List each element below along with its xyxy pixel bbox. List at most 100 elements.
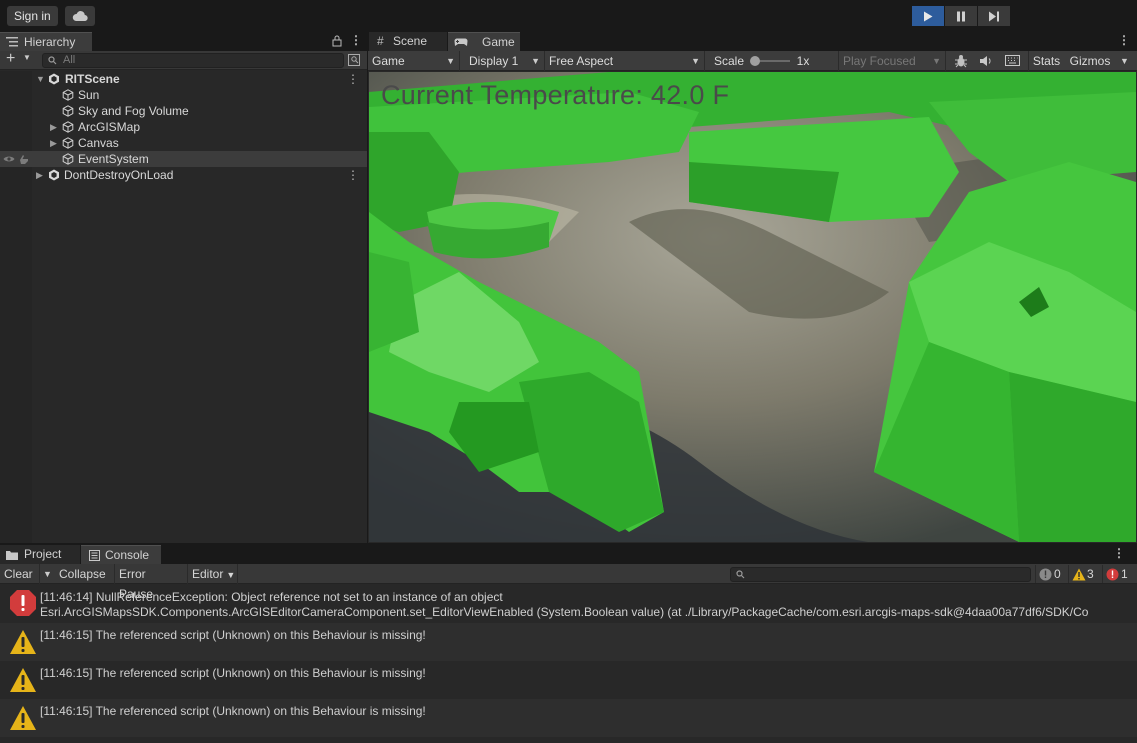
console-panel: Project Console ⋮ Clear ▼ Collapse Error… bbox=[0, 544, 1137, 743]
console-log-entry-error[interactable]: [11:46:14] NullReferenceException: Objec… bbox=[0, 585, 1137, 623]
tree-item-label: EventSystem bbox=[78, 152, 149, 166]
error-pause-button[interactable]: Error Pause bbox=[115, 564, 188, 601]
tab-hierarchy-label: Hierarchy bbox=[24, 35, 76, 49]
info-count: 0 bbox=[1054, 567, 1061, 581]
game-render-image bbox=[369, 72, 1136, 542]
editor-dropdown-label: Editor bbox=[192, 567, 224, 581]
play-focused-dropdown[interactable]: Play Focused ▼ bbox=[838, 51, 946, 71]
clear-dropdown-icon[interactable]: ▼ bbox=[43, 564, 52, 584]
gizmos-button[interactable]: Gizmos bbox=[1066, 51, 1114, 71]
scale-slider[interactable] bbox=[750, 56, 790, 66]
hierarchy-search-input[interactable]: All bbox=[42, 53, 344, 68]
console-log-entry-warning[interactable]: [11:46:15] The referenced script (Unknow… bbox=[0, 623, 1137, 661]
temperature-hud-text: Current Temperature: 42.0 F bbox=[381, 80, 730, 110]
game-toolbar: Game ▼ Display 1 ▼ Free Aspect ▼ Scale 1x P… bbox=[368, 51, 1137, 71]
bug-icon[interactable] bbox=[954, 54, 968, 68]
scene-search-icon[interactable] bbox=[348, 54, 360, 66]
tab-hierarchy[interactable]: Hierarchy bbox=[0, 32, 92, 51]
hierarchy-tree: ▼ RITScene ⋮ Sun Sky and Fog Volume ▶ Ar… bbox=[0, 71, 367, 183]
tree-item-label: DontDestroyOnLoad bbox=[64, 168, 174, 182]
scene-menu-icon[interactable]: ⋮ bbox=[347, 71, 359, 87]
editor-dropdown[interactable]: Editor ▼ bbox=[188, 564, 238, 584]
caret-down-icon: ▼ bbox=[531, 56, 540, 66]
caret-down-icon: ▼ bbox=[691, 56, 700, 66]
console-log-entry-warning[interactable]: [11:46:15] The referenced script (Unknow… bbox=[0, 661, 1137, 699]
tree-item-sun[interactable]: Sun bbox=[0, 87, 367, 103]
mute-audio-icon[interactable] bbox=[979, 55, 993, 67]
gameobject-icon bbox=[62, 153, 74, 165]
add-icon[interactable]: + bbox=[6, 50, 15, 68]
tree-item-arcgismap[interactable]: ▶ ArcGISMap bbox=[0, 119, 367, 135]
scale-label: Scale bbox=[713, 54, 745, 68]
gameobject-icon bbox=[62, 137, 74, 149]
log-entry-text: [11:46:14] NullReferenceException: Objec… bbox=[40, 590, 1088, 619]
console-search-input[interactable] bbox=[730, 567, 1031, 582]
hierarchy-panel: Hierarchy ⋮ + ▼ All ▼ RITScene ⋮ Sun Sky… bbox=[0, 31, 367, 543]
hierarchy-menu-icon[interactable]: ⋮ bbox=[350, 33, 362, 47]
console-menu-icon[interactable]: ⋮ bbox=[1113, 546, 1125, 560]
caret-down-icon: ▼ bbox=[226, 570, 236, 580]
tab-project[interactable]: Project bbox=[0, 545, 80, 564]
collapsed-arrow-icon[interactable]: ▶ bbox=[50, 135, 57, 151]
collapse-button[interactable]: Collapse bbox=[55, 564, 115, 584]
log-entry-line-2: Esri.ArcGISMapsSDK.Components.ArcGISEdit… bbox=[40, 605, 1089, 619]
log-entry-line-1: [11:46:14] NullReferenceException: Objec… bbox=[40, 590, 503, 604]
info-count-toggle[interactable]: 0 bbox=[1035, 565, 1067, 583]
error-icon bbox=[1106, 568, 1119, 581]
info-icon bbox=[1039, 568, 1052, 581]
aspect-dropdown[interactable]: Free Aspect ▼ bbox=[545, 51, 705, 71]
warning-count-toggle[interactable]: 3 bbox=[1068, 565, 1100, 583]
tab-scene-label: Scene bbox=[393, 34, 428, 48]
playmode-controls bbox=[912, 6, 1011, 26]
pause-icon bbox=[957, 11, 965, 21]
grid-hash-icon: # bbox=[377, 34, 384, 48]
pause-button[interactable] bbox=[945, 6, 977, 26]
collapsed-arrow-icon[interactable]: ▶ bbox=[36, 167, 43, 183]
scene-menu-icon[interactable]: ⋮ bbox=[347, 167, 359, 183]
step-button[interactable] bbox=[978, 6, 1010, 26]
game-viewport[interactable]: Current Temperature: 42.0 F bbox=[369, 72, 1136, 542]
cloud-icon bbox=[72, 11, 88, 22]
gameobject-icon bbox=[62, 105, 74, 117]
tree-item-label: Sky and Fog Volume bbox=[78, 104, 189, 118]
display-dropdown[interactable]: Display 1 ▼ bbox=[465, 51, 545, 71]
tree-item-label: ArcGISMap bbox=[78, 120, 141, 134]
expand-arrow-icon[interactable]: ▼ bbox=[36, 71, 45, 87]
tree-item-sky-and-fog-volume[interactable]: Sky and Fog Volume bbox=[0, 103, 367, 119]
stats-button[interactable]: Stats bbox=[1028, 51, 1064, 71]
pickable-hand-icon[interactable] bbox=[18, 154, 29, 165]
tab-game[interactable]: Game bbox=[448, 32, 520, 51]
tree-item-eventsystem[interactable]: EventSystem bbox=[0, 151, 367, 167]
tab-console-label: Console bbox=[105, 548, 150, 562]
console-toolbar: Clear ▼ Collapse Error Pause Editor ▼ 0 3… bbox=[0, 564, 1137, 601]
console-icon bbox=[89, 550, 100, 561]
hierarchy-toolbar: + ▼ All bbox=[0, 50, 367, 70]
log-entry-line-1: [11:46:15] The referenced script (Unknow… bbox=[40, 704, 426, 718]
log-entry-line-1: [11:46:15] The referenced script (Unknow… bbox=[40, 628, 426, 642]
scale-slider-thumb[interactable] bbox=[750, 56, 760, 66]
cloud-button[interactable] bbox=[65, 6, 95, 26]
visibility-eye-icon[interactable] bbox=[3, 155, 15, 163]
game-mode-dropdown[interactable]: Game ▼ bbox=[368, 51, 460, 71]
unity-scene-icon bbox=[49, 73, 59, 85]
play-button[interactable] bbox=[912, 6, 944, 26]
collapsed-arrow-icon[interactable]: ▶ bbox=[50, 119, 57, 135]
lock-icon[interactable] bbox=[332, 35, 342, 47]
console-log-entry-warning[interactable]: [11:46:15] The referenced script (Unknow… bbox=[0, 699, 1137, 737]
add-dropdown-icon[interactable]: ▼ bbox=[23, 53, 31, 62]
tab-scene[interactable]: # Scene bbox=[369, 32, 447, 51]
tree-item-label: Canvas bbox=[78, 136, 119, 150]
sign-in-button[interactable]: Sign in bbox=[7, 6, 58, 26]
keyboard-icon[interactable] bbox=[1005, 55, 1020, 66]
tree-item-ritscene[interactable]: ▼ RITScene ⋮ bbox=[0, 71, 367, 87]
warning-icon bbox=[1072, 568, 1086, 581]
tab-console[interactable]: Console bbox=[81, 545, 161, 564]
main-toolbar: Sign in bbox=[0, 0, 1137, 31]
tree-item-canvas[interactable]: ▶ Canvas bbox=[0, 135, 367, 151]
error-count-toggle[interactable]: 1 bbox=[1102, 565, 1134, 583]
gizmos-dropdown-icon[interactable]: ▼ bbox=[1120, 51, 1129, 71]
game-menu-icon[interactable]: ⋮ bbox=[1118, 33, 1130, 47]
clear-button[interactable]: Clear bbox=[0, 564, 40, 584]
tree-item-dontdestroyonload[interactable]: ▶ DontDestroyOnLoad ⋮ bbox=[0, 167, 367, 183]
tab-project-label: Project bbox=[24, 547, 62, 561]
